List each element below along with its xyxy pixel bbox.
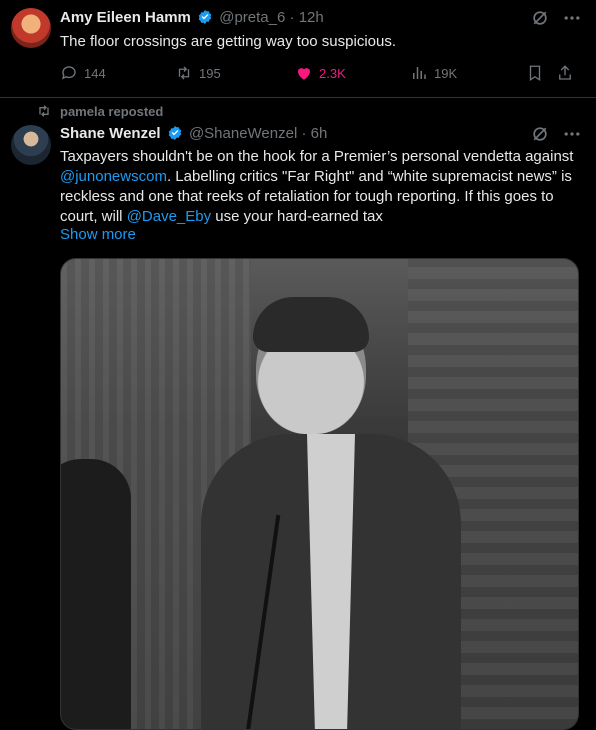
mention-link[interactable]: @Dave_Eby [127,208,211,225]
more-icon[interactable] [562,124,582,144]
author-handle[interactable]: @ShaneWenzel [189,125,297,142]
photo-figure [253,297,369,352]
author-name[interactable]: Shane Wenzel [60,125,161,142]
avatar[interactable] [11,125,51,165]
timestamp[interactable]: 6h [311,125,328,142]
mention-link[interactable]: @junonewscom [60,168,167,185]
grok-icon[interactable] [530,124,550,144]
text-segment: use your hard-earned tax [211,208,383,225]
verified-icon [168,126,182,140]
text-segment: Taxpayers shouldn't be on the hook for a… [60,148,574,165]
photo-figure [61,459,131,729]
separator-dot: · [301,125,307,142]
tweet-header: Shane Wenzel @ShaneWenzel · 6h [60,124,327,144]
tweet-top-actions [530,124,582,144]
show-more-link[interactable]: Show more [60,226,136,243]
tweet-photo[interactable] [60,258,579,730]
tweet-shane[interactable]: Shane Wenzel @ShaneWenzel · 6h Taxpayers… [0,0,596,730]
tweet-text: Taxpayers shouldn't be on the hook for a… [60,147,580,227]
